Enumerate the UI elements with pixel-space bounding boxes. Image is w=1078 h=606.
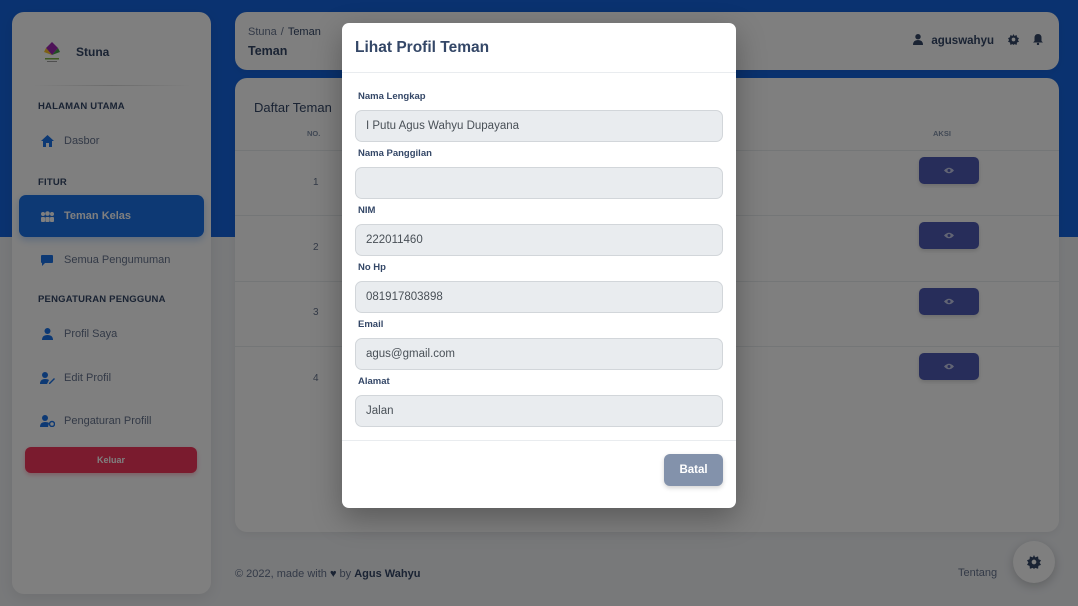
label-nim: NIM [358, 205, 376, 216]
modal-title: Lihat Profil Teman [355, 39, 490, 56]
modal-footer-divider [342, 440, 736, 441]
label-email: Email [358, 319, 384, 330]
input-nama-lengkap[interactable] [355, 110, 723, 142]
cancel-button[interactable]: Batal [664, 454, 723, 486]
label-nama-lengkap: Nama Lengkap [358, 91, 426, 102]
input-nim[interactable] [355, 224, 723, 256]
input-no-hp[interactable] [355, 281, 723, 313]
label-no-hp: No Hp [358, 262, 386, 273]
input-alamat[interactable] [355, 395, 723, 427]
modal-header-divider [342, 72, 736, 73]
label-nama-panggilan: Nama Panggilan [358, 148, 432, 159]
input-nama-panggilan[interactable] [355, 167, 723, 199]
input-email[interactable] [355, 338, 723, 370]
label-alamat: Alamat [358, 376, 390, 387]
view-profile-modal: Lihat Profil Teman Nama Lengkap Nama Pan… [342, 23, 736, 508]
